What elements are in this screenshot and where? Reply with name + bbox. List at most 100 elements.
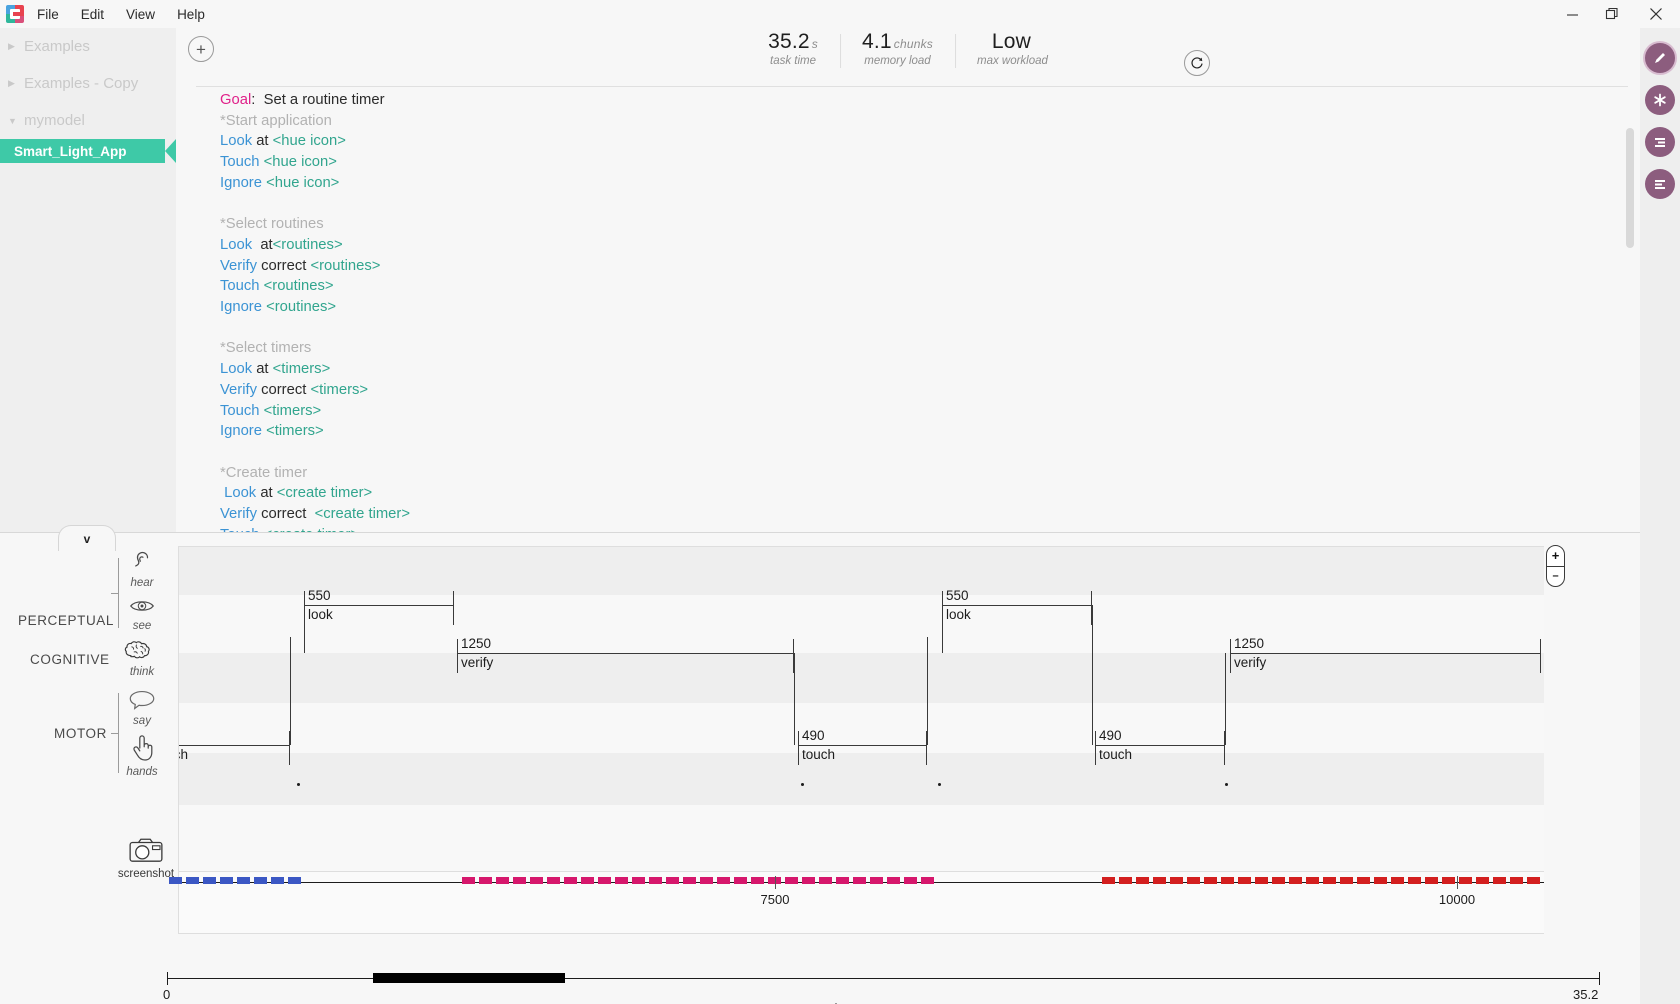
script-token-verb: Touch (220, 402, 260, 419)
script-line-goal[interactable]: Goal: Set a routine timer (220, 90, 1620, 111)
script-line-step[interactable]: Ignore <timers> (220, 421, 1620, 442)
axis-tick (775, 876, 776, 889)
title-bar: File Edit View Help (0, 0, 1680, 28)
operator-duration: 490 (1099, 728, 1122, 743)
close-icon[interactable] (1632, 0, 1680, 28)
script-line-blank[interactable] (220, 318, 1620, 339)
sidebar-item-label: Examples (24, 38, 90, 55)
segment-tick (1153, 877, 1166, 884)
lane-hands[interactable]: hands (121, 733, 163, 778)
eye-icon (130, 601, 154, 611)
script-token-target: <create timer> (276, 485, 373, 502)
script-token-goal: Goal (220, 92, 252, 108)
script-line-comment[interactable]: *Select timers (220, 338, 1620, 359)
script-line-blank[interactable] (220, 442, 1620, 463)
script-line-step[interactable]: Verify correct <create timer> (220, 504, 1620, 525)
script-line-comment[interactable]: *Start application (220, 111, 1620, 132)
script-line-comment[interactable]: *Create timer (220, 463, 1620, 484)
operator-cap-end (1540, 639, 1541, 673)
segment-tick (1170, 877, 1183, 884)
operator-bar (1230, 653, 1541, 654)
asterisk-icon[interactable] (1645, 85, 1675, 115)
sidebar-collapse-tab[interactable]: v (58, 525, 116, 551)
maximize-icon[interactable] (1592, 0, 1632, 28)
script-line-step[interactable]: Verify correct <routines> (220, 256, 1620, 277)
operator-cap-end (453, 591, 454, 625)
list-left-icon[interactable] (1645, 169, 1675, 199)
sidebar-item-examples-copy[interactable]: ▶ Examples - Copy (0, 65, 176, 102)
event-dot (297, 783, 300, 786)
segment-tick (785, 877, 798, 884)
script-line-step[interactable]: Touch <create timer> (220, 525, 1620, 532)
segment-tick (632, 877, 645, 884)
timeline-scrubber[interactable]: 0 35.2 seconds (0, 953, 1640, 1004)
screenshot-lane[interactable]: screenshot (113, 836, 179, 880)
segment-tick (1221, 877, 1234, 884)
script-line-blank[interactable] (220, 194, 1620, 215)
script-line-comment[interactable]: *Select routines (220, 214, 1620, 235)
event-dot (938, 783, 941, 786)
segment-bar[interactable] (462, 877, 938, 884)
script-token-target: <create timer> (314, 506, 410, 523)
scrubber-start-label: 0 (163, 987, 171, 1002)
operator-link (1225, 653, 1226, 745)
operator-link (290, 637, 291, 745)
sidebar-item-mymodel[interactable]: ▼ mymodel (0, 102, 176, 139)
pencil-icon[interactable] (1645, 43, 1675, 73)
script-line-step[interactable]: Look at<routines> (220, 235, 1620, 256)
menu-item-view[interactable]: View (125, 5, 156, 24)
scrubber-handle[interactable] (373, 973, 565, 983)
group-tick-motor (111, 733, 118, 734)
segment-tick (220, 877, 233, 884)
segment-tick (169, 877, 182, 884)
segment-tick (254, 877, 267, 884)
metric-value: Low (991, 30, 1032, 53)
application-window: File Edit View Help ▶ Examples ▶ Example… (0, 0, 1680, 1004)
menu-item-file[interactable]: File (36, 5, 60, 24)
sidebar-item-smart-light-app[interactable]: Smart_Light_App (0, 139, 176, 163)
timeline-plot[interactable]: 90touch550look1250verify490touch550look4… (178, 546, 1544, 872)
operator-cap-start (457, 639, 458, 673)
script-token-verb: Verify (220, 506, 258, 523)
script-line-step[interactable]: Look at <hue icon> (220, 131, 1620, 152)
add-button[interactable]: + (188, 36, 214, 62)
script-token-plain: at (252, 133, 273, 150)
menu-item-edit[interactable]: Edit (80, 5, 105, 24)
sidebar-item-label: Examples - Copy (24, 75, 139, 92)
segment-bar[interactable] (169, 877, 301, 884)
script-line-step[interactable]: Touch <routines> (220, 276, 1620, 297)
menu-item-help[interactable]: Help (176, 5, 206, 24)
script-line-step[interactable]: Look at <create timer> (220, 483, 1620, 504)
operator-bar (179, 745, 290, 746)
script-token-target: <routines> (272, 236, 343, 253)
segment-tick (802, 877, 815, 884)
lane-label: hear (130, 577, 154, 589)
refresh-button[interactable] (1184, 50, 1210, 76)
zoom-out-button[interactable]: – (1547, 567, 1564, 587)
lane-hear[interactable]: hear (121, 548, 163, 589)
lane-think[interactable]: think (121, 638, 163, 678)
editor-scrollbar[interactable] (1626, 128, 1634, 248)
minimize-icon[interactable] (1552, 0, 1592, 28)
script-line-step[interactable]: Ignore <hue icon> (220, 173, 1620, 194)
list-right-icon[interactable] (1645, 127, 1675, 157)
segment-tick (496, 877, 509, 884)
operator-cap-start (1095, 731, 1096, 765)
segment-bar[interactable] (1102, 877, 1540, 884)
lane-label: think (129, 666, 155, 678)
script-line-step[interactable]: Touch <hue icon> (220, 152, 1620, 173)
camera-icon (129, 838, 163, 862)
sidebar-item-examples[interactable]: ▶ Examples (0, 28, 176, 65)
script-line-step[interactable]: Ignore <routines> (220, 297, 1620, 318)
script-content[interactable]: Goal: Set a routine timer *Start applicat… (220, 90, 1620, 532)
ear-icon (135, 551, 149, 567)
metric-task-time: 35.2 s task time (746, 30, 840, 67)
script-line-step[interactable]: Look at <timers> (220, 359, 1620, 380)
script-line-step[interactable]: Verify correct <timers> (220, 380, 1620, 401)
lane-see[interactable]: see (121, 595, 163, 632)
lane-say[interactable]: say (121, 688, 163, 727)
zoom-in-button[interactable]: + (1547, 546, 1564, 567)
script-token-target: <timers> (263, 402, 322, 419)
script-line-step[interactable]: Touch <timers> (220, 401, 1620, 422)
timeline-zoom-control[interactable]: + – (1546, 545, 1565, 587)
